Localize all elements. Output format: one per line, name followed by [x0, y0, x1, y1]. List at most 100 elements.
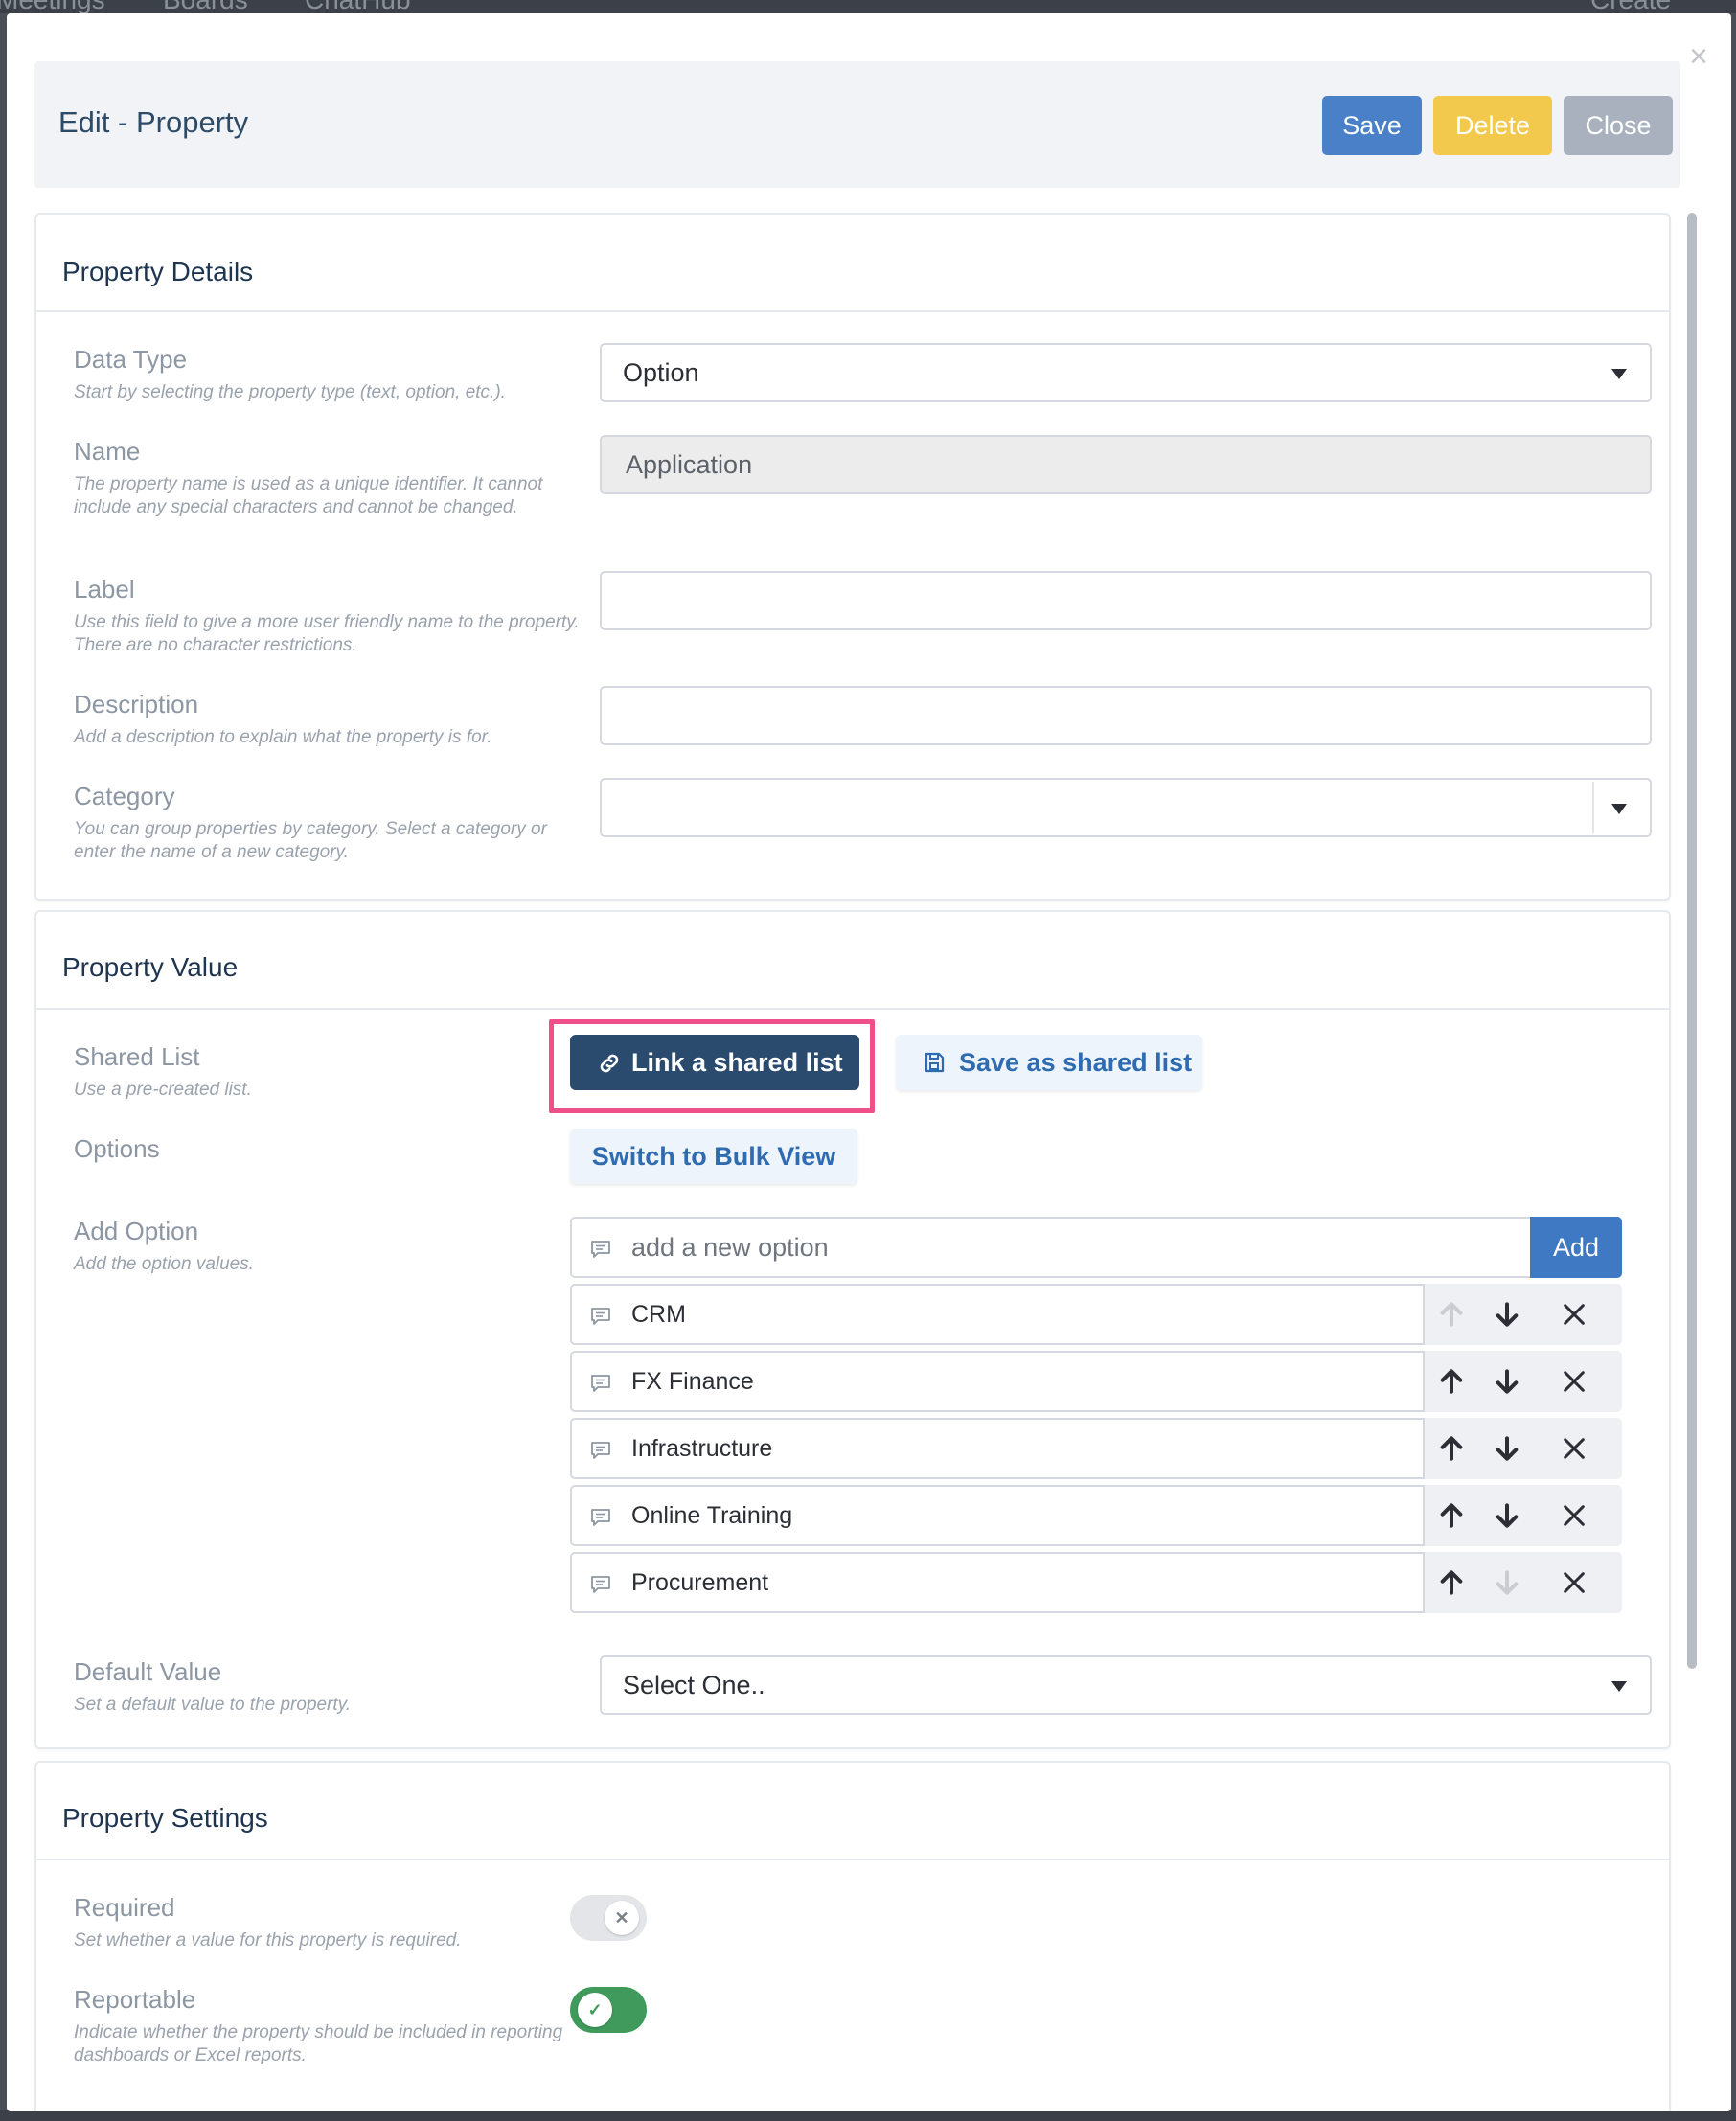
bg-nav-boards: Boards [163, 0, 248, 13]
default-value-select[interactable]: Select One.. [600, 1655, 1652, 1715]
arrow-up-icon[interactable] [1436, 1366, 1467, 1397]
add-option-input[interactable]: add a new option [570, 1217, 1530, 1278]
default-value-help: Set a default value to the property. [74, 1695, 352, 1715]
scrollbar[interactable] [1687, 213, 1697, 1669]
arrow-down-icon [1496, 1570, 1519, 1595]
property-details-title: Property Details [62, 257, 254, 286]
option-input[interactable]: Online Training [570, 1485, 1425, 1546]
option-actions [1425, 1284, 1622, 1345]
required-toggle[interactable]: ✕ [570, 1895, 647, 1941]
close-button[interactable]: Close [1564, 96, 1673, 155]
option-row: CRM [570, 1284, 1622, 1345]
x-icon: ✕ [605, 1901, 639, 1935]
property-settings-title: Property Settings [62, 1803, 268, 1833]
name-input: Application [600, 435, 1652, 494]
arrow-down-icon[interactable] [1492, 1433, 1522, 1464]
option-value: Online Training [631, 1502, 793, 1529]
switch-to-bulk-view-button[interactable]: Switch to Bulk View [570, 1129, 857, 1184]
save-as-shared-list-button[interactable]: Save as shared list [896, 1035, 1202, 1090]
category-select[interactable] [600, 778, 1652, 837]
add-option-label: Add Option [74, 1217, 199, 1245]
divider [36, 1859, 1669, 1860]
comment-icon [591, 1241, 610, 1258]
arrow-down-icon[interactable] [1492, 1299, 1522, 1330]
divider [1592, 782, 1594, 833]
default-value-label: Default Value [74, 1657, 222, 1686]
remove-icon[interactable] [1559, 1567, 1589, 1598]
data-type-select[interactable]: Option [600, 343, 1652, 402]
option-row: Infrastructure [570, 1418, 1622, 1479]
default-value-value: Select One.. [623, 1671, 765, 1699]
remove-icon[interactable] [1559, 1366, 1589, 1397]
required-label: Required [74, 1893, 175, 1922]
options-label: Options [74, 1134, 160, 1163]
save-as-shared-list-label: Save as shared list [959, 1048, 1193, 1077]
option-actions [1425, 1552, 1622, 1613]
option-value: FX Finance [631, 1368, 754, 1395]
arrow-up-icon[interactable] [1436, 1500, 1467, 1531]
caret-down-icon [1611, 804, 1627, 814]
option-value: Procurement [631, 1569, 769, 1596]
modal-close-icon[interactable]: × [1689, 40, 1708, 73]
caret-down-icon [1611, 1681, 1627, 1692]
option-value: Infrastructure [631, 1435, 773, 1462]
name-label: Name [74, 437, 141, 466]
reportable-toggle[interactable]: ✓ [570, 1987, 647, 2033]
description-label: Description [74, 690, 199, 718]
shared-list-label: Shared List [74, 1042, 200, 1071]
arrow-down-icon[interactable] [1492, 1366, 1522, 1397]
add-option-help: Add the option values. [74, 1254, 255, 1274]
description-input[interactable] [600, 686, 1652, 745]
remove-icon[interactable] [1559, 1433, 1589, 1464]
data-type-value: Option [623, 358, 699, 387]
delete-button[interactable]: Delete [1433, 96, 1552, 155]
label-input[interactable] [600, 571, 1652, 630]
option-input[interactable]: CRM [570, 1284, 1425, 1345]
reportable-help: Indicate whether the property should be … [74, 2022, 563, 2065]
floppy-disk-icon [925, 1052, 945, 1073]
arrow-up-icon[interactable] [1436, 1567, 1467, 1598]
caret-down-icon [1611, 369, 1627, 379]
label-label: Label [74, 575, 135, 604]
divider [36, 1008, 1669, 1010]
option-row: Procurement [570, 1552, 1622, 1613]
required-help: Set whether a value for this property is… [74, 1930, 462, 1950]
remove-icon[interactable] [1559, 1299, 1589, 1330]
reportable-label: Reportable [74, 1985, 196, 2014]
comment-icon [591, 1442, 610, 1459]
arrow-down-icon[interactable] [1492, 1500, 1522, 1531]
property-value-title: Property Value [62, 952, 239, 982]
comment-icon [591, 1308, 610, 1325]
category-label: Category [74, 782, 175, 810]
data-type-label: Data Type [74, 345, 188, 374]
link-icon [600, 1054, 619, 1073]
option-actions [1425, 1485, 1622, 1546]
add-option-placeholder: add a new option [631, 1233, 829, 1262]
option-input[interactable]: FX Finance [570, 1351, 1425, 1412]
add-option-row: add a new option Add [570, 1217, 1622, 1278]
remove-icon[interactable] [1559, 1500, 1589, 1531]
option-input[interactable]: Infrastructure [570, 1418, 1425, 1479]
property-settings-card: Property Settings Required Set whether a… [34, 1761, 1671, 2111]
option-input[interactable]: Procurement [570, 1552, 1425, 1613]
background-nav: Meetings Boards ChatHub Create [0, 0, 1736, 13]
bg-nav-meetings: Meetings [0, 0, 105, 13]
comment-icon [591, 1576, 610, 1593]
page-title: Edit - Property [58, 105, 249, 139]
category-help: You can group properties by category. Se… [74, 819, 547, 862]
option-row: Online Training [570, 1485, 1622, 1546]
arrow-up-icon[interactable] [1436, 1433, 1467, 1464]
check-icon: ✓ [578, 1993, 612, 2027]
data-type-help: Start by selecting the property type (te… [74, 382, 506, 402]
name-value: Application [626, 450, 753, 479]
link-shared-list-button[interactable]: Link a shared list [570, 1035, 859, 1090]
shared-list-help: Use a pre-created list. [74, 1080, 252, 1100]
option-actions [1425, 1418, 1622, 1479]
add-option-button[interactable]: Add [1530, 1217, 1622, 1278]
comment-icon [591, 1375, 610, 1392]
bg-create: Create [1590, 0, 1671, 13]
save-button[interactable]: Save [1322, 96, 1422, 155]
arrow-up-icon [1440, 1302, 1463, 1327]
option-row: FX Finance [570, 1351, 1622, 1412]
description-help: Add a description to explain what the pr… [74, 727, 492, 747]
